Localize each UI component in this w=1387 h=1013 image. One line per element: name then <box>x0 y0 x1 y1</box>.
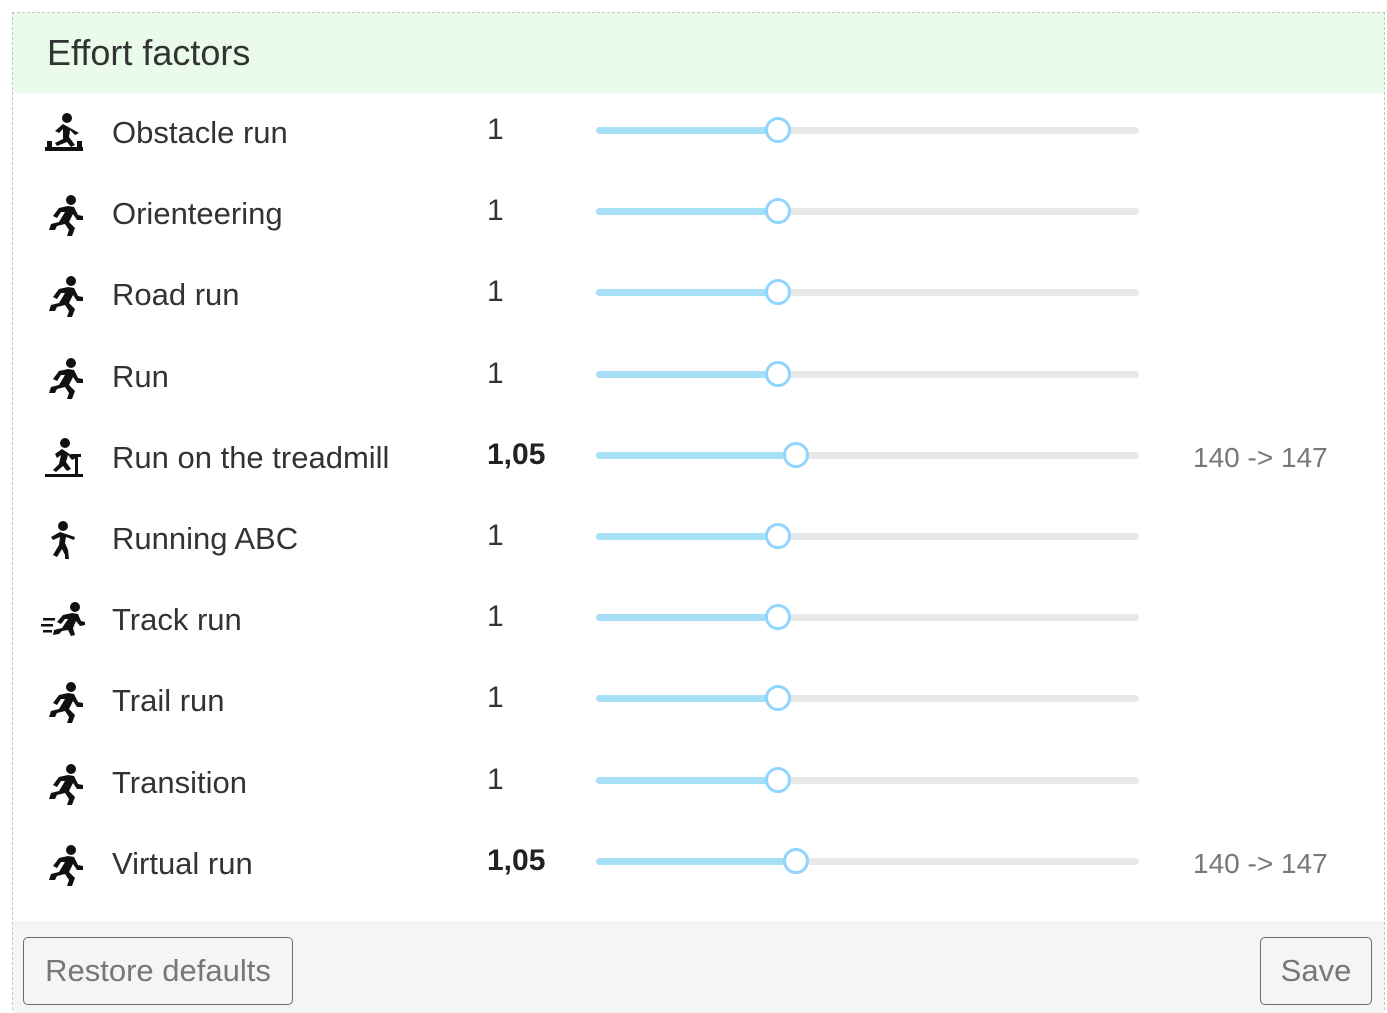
slider-fill <box>596 370 777 378</box>
effort-factor-row: Obstacle run 1 <box>13 93 1384 174</box>
effort-factor-slider[interactable] <box>596 279 1139 306</box>
effort-factor-value: 1 <box>487 356 504 390</box>
effort-factor-label: Orienteering <box>112 196 283 232</box>
road-run-icon <box>41 273 85 318</box>
effort-factors-panel: Effort factors Obstacle run 1 Orienteering… <box>12 12 1385 1013</box>
save-button[interactable]: Save <box>1260 937 1372 1005</box>
effort-factor-row: Transition 1 <box>13 743 1384 824</box>
slider-fill <box>596 451 796 459</box>
effort-factor-row: Road run 1 <box>13 255 1384 336</box>
slider-handle[interactable] <box>765 604 791 631</box>
effort-factor-row: Virtual run 1,05 140 -> 147 <box>13 824 1384 905</box>
effort-factor-label: Trail run <box>112 683 225 719</box>
slider-fill <box>596 695 777 703</box>
effort-factor-value: 1,05 <box>487 437 546 471</box>
effort-factor-slider[interactable] <box>596 604 1139 631</box>
effort-factor-slider[interactable] <box>596 685 1139 712</box>
run-icon <box>41 355 85 399</box>
track-run-icon <box>41 598 85 642</box>
trail-run-icon <box>41 679 85 724</box>
effort-factor-label: Virtual run <box>112 845 253 881</box>
panel-title: Effort factors <box>47 32 251 73</box>
transition-icon <box>41 761 85 805</box>
slider-handle[interactable] <box>765 198 791 225</box>
effort-factor-label: Run <box>112 358 169 394</box>
effort-factor-delta: 140 -> 147 <box>1193 441 1328 473</box>
effort-factor-value: 1 <box>487 194 504 228</box>
effort-factor-value: 1,05 <box>487 843 546 877</box>
orienteering-icon <box>41 192 85 237</box>
slider-handle[interactable] <box>765 766 791 793</box>
effort-factor-value: 1 <box>487 681 504 715</box>
panel-header: Effort factors <box>13 13 1384 93</box>
effort-factor-row: Trail run 1 <box>13 661 1384 742</box>
effort-factor-value: 1 <box>487 600 504 634</box>
running-abc-icon <box>41 517 85 561</box>
slider-handle[interactable] <box>765 360 791 387</box>
obstacle-run-icon <box>41 111 85 155</box>
slider-fill <box>596 776 777 784</box>
slider-fill <box>596 208 777 216</box>
slider-fill <box>596 614 777 622</box>
effort-factor-label: Transition <box>112 764 247 800</box>
slider-handle[interactable] <box>765 117 791 143</box>
restore-defaults-button[interactable]: Restore defaults <box>23 937 293 1005</box>
effort-factor-row: Track run 1 <box>13 580 1384 661</box>
effort-factor-value: 1 <box>487 275 504 309</box>
effort-factor-row: Orienteering 1 <box>13 174 1384 255</box>
effort-factor-slider[interactable] <box>596 847 1139 874</box>
slider-handle[interactable] <box>783 441 810 468</box>
effort-factor-value: 1 <box>487 113 504 146</box>
effort-factor-label: Road run <box>112 277 240 313</box>
effort-factor-label: Running ABC <box>112 520 299 556</box>
slider-fill <box>596 127 777 134</box>
effort-factor-label: Run on the treadmill <box>112 439 390 475</box>
effort-factor-label: Obstacle run <box>112 115 288 150</box>
effort-factor-list: Obstacle run 1 Orienteering 1 Road run 1 Run 1 R… <box>13 93 1384 905</box>
effort-factor-row: Running ABC 1 <box>13 499 1384 580</box>
slider-handle[interactable] <box>783 847 810 874</box>
treadmill-run-icon <box>41 436 85 480</box>
effort-factor-slider[interactable] <box>596 198 1139 225</box>
effort-factor-row: Run on the treadmill 1,05 140 -> 147 <box>13 418 1384 499</box>
virtual-run-icon <box>41 842 85 886</box>
effort-factor-value: 1 <box>487 762 504 796</box>
slider-handle[interactable] <box>765 522 791 549</box>
effort-factor-row: Run 1 <box>13 337 1384 418</box>
effort-factor-slider[interactable] <box>596 441 1139 468</box>
slider-fill <box>596 289 777 297</box>
effort-factor-value: 1 <box>487 518 504 552</box>
effort-factor-slider[interactable] <box>596 117 1139 143</box>
slider-handle[interactable] <box>765 685 791 712</box>
slider-fill <box>596 532 777 540</box>
effort-factor-label: Track run <box>112 602 242 638</box>
effort-factor-slider[interactable] <box>596 360 1139 387</box>
slider-handle[interactable] <box>765 279 791 306</box>
panel-footer: Restore defaults Save <box>13 921 1384 1013</box>
effort-factor-delta: 140 -> 147 <box>1193 847 1328 879</box>
slider-fill <box>596 857 796 865</box>
effort-factor-slider[interactable] <box>596 766 1139 793</box>
effort-factor-slider[interactable] <box>596 522 1139 549</box>
